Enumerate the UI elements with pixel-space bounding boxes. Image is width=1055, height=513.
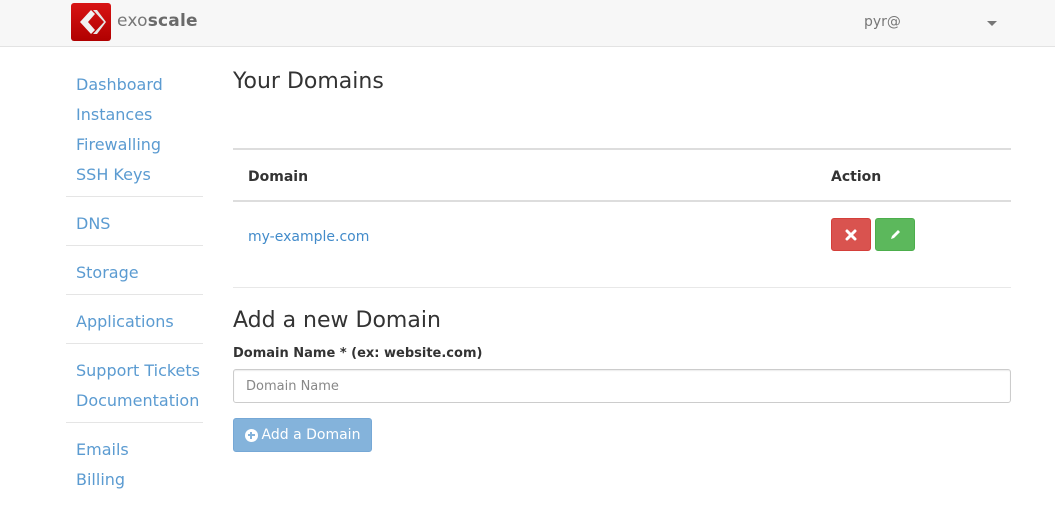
sidebar-group-account: Emails Billing	[66, 423, 203, 501]
add-domain-button-label: Add a Domain	[261, 427, 361, 443]
column-header-action: Action	[831, 169, 882, 185]
top-navbar: exoscale pyr@	[0, 0, 1055, 47]
add-domain-title: Add a new Domain	[233, 308, 441, 333]
sidebar-item-dashboard[interactable]: Dashboard	[66, 70, 203, 100]
page-title: Your Domains	[233, 69, 384, 94]
plus-circle-icon	[244, 428, 258, 442]
user-menu[interactable]: pyr@	[864, 14, 901, 30]
sidebar-item-applications[interactable]: Applications	[66, 307, 203, 337]
table-header: Domain Action	[233, 150, 1011, 202]
brand-name[interactable]: exoscale	[117, 11, 198, 31]
sidebar-group-storage: Storage	[66, 246, 203, 295]
chevron-down-icon[interactable]	[987, 21, 997, 26]
pencil-icon	[890, 230, 900, 239]
sidebar-item-support-tickets[interactable]: Support Tickets	[66, 356, 203, 386]
sidebar-item-documentation[interactable]: Documentation	[66, 386, 203, 416]
sidebar-group-applications: Applications	[66, 295, 203, 344]
sidebar-item-emails[interactable]: Emails	[66, 435, 203, 465]
sidebar-item-dns[interactable]: DNS	[66, 209, 203, 239]
sidebar-group-dns: DNS	[66, 197, 203, 246]
table-row: my-example.com	[233, 202, 1011, 288]
sidebar-item-instances[interactable]: Instances	[66, 100, 203, 130]
column-header-domain: Domain	[248, 169, 309, 185]
sidebar-item-ssh-keys[interactable]: SSH Keys	[66, 160, 203, 190]
close-icon	[845, 229, 857, 240]
sidebar-group-compute: Dashboard Instances Firewalling SSH Keys	[66, 68, 203, 197]
delete-domain-button[interactable]	[831, 218, 871, 251]
add-domain-button[interactable]: Add a Domain	[233, 418, 372, 452]
sidebar-item-storage[interactable]: Storage	[66, 258, 203, 288]
domains-table: Domain Action my-example.com	[233, 148, 1011, 288]
brand-light: exo	[117, 11, 148, 31]
domain-link[interactable]: my-example.com	[248, 229, 369, 245]
domain-name-label: Domain Name * (ex: website.com)	[233, 346, 483, 361]
sidebar-group-support: Support Tickets Documentation	[66, 344, 203, 423]
exoscale-logo-icon[interactable]	[71, 3, 111, 41]
domain-name-input[interactable]	[233, 369, 1011, 403]
edit-domain-button[interactable]	[875, 218, 915, 251]
brand-bold: scale	[147, 11, 198, 31]
sidebar-item-firewalling[interactable]: Firewalling	[66, 130, 203, 160]
sidebar-item-billing[interactable]: Billing	[66, 465, 203, 495]
sidebar: Dashboard Instances Firewalling SSH Keys…	[66, 68, 203, 501]
